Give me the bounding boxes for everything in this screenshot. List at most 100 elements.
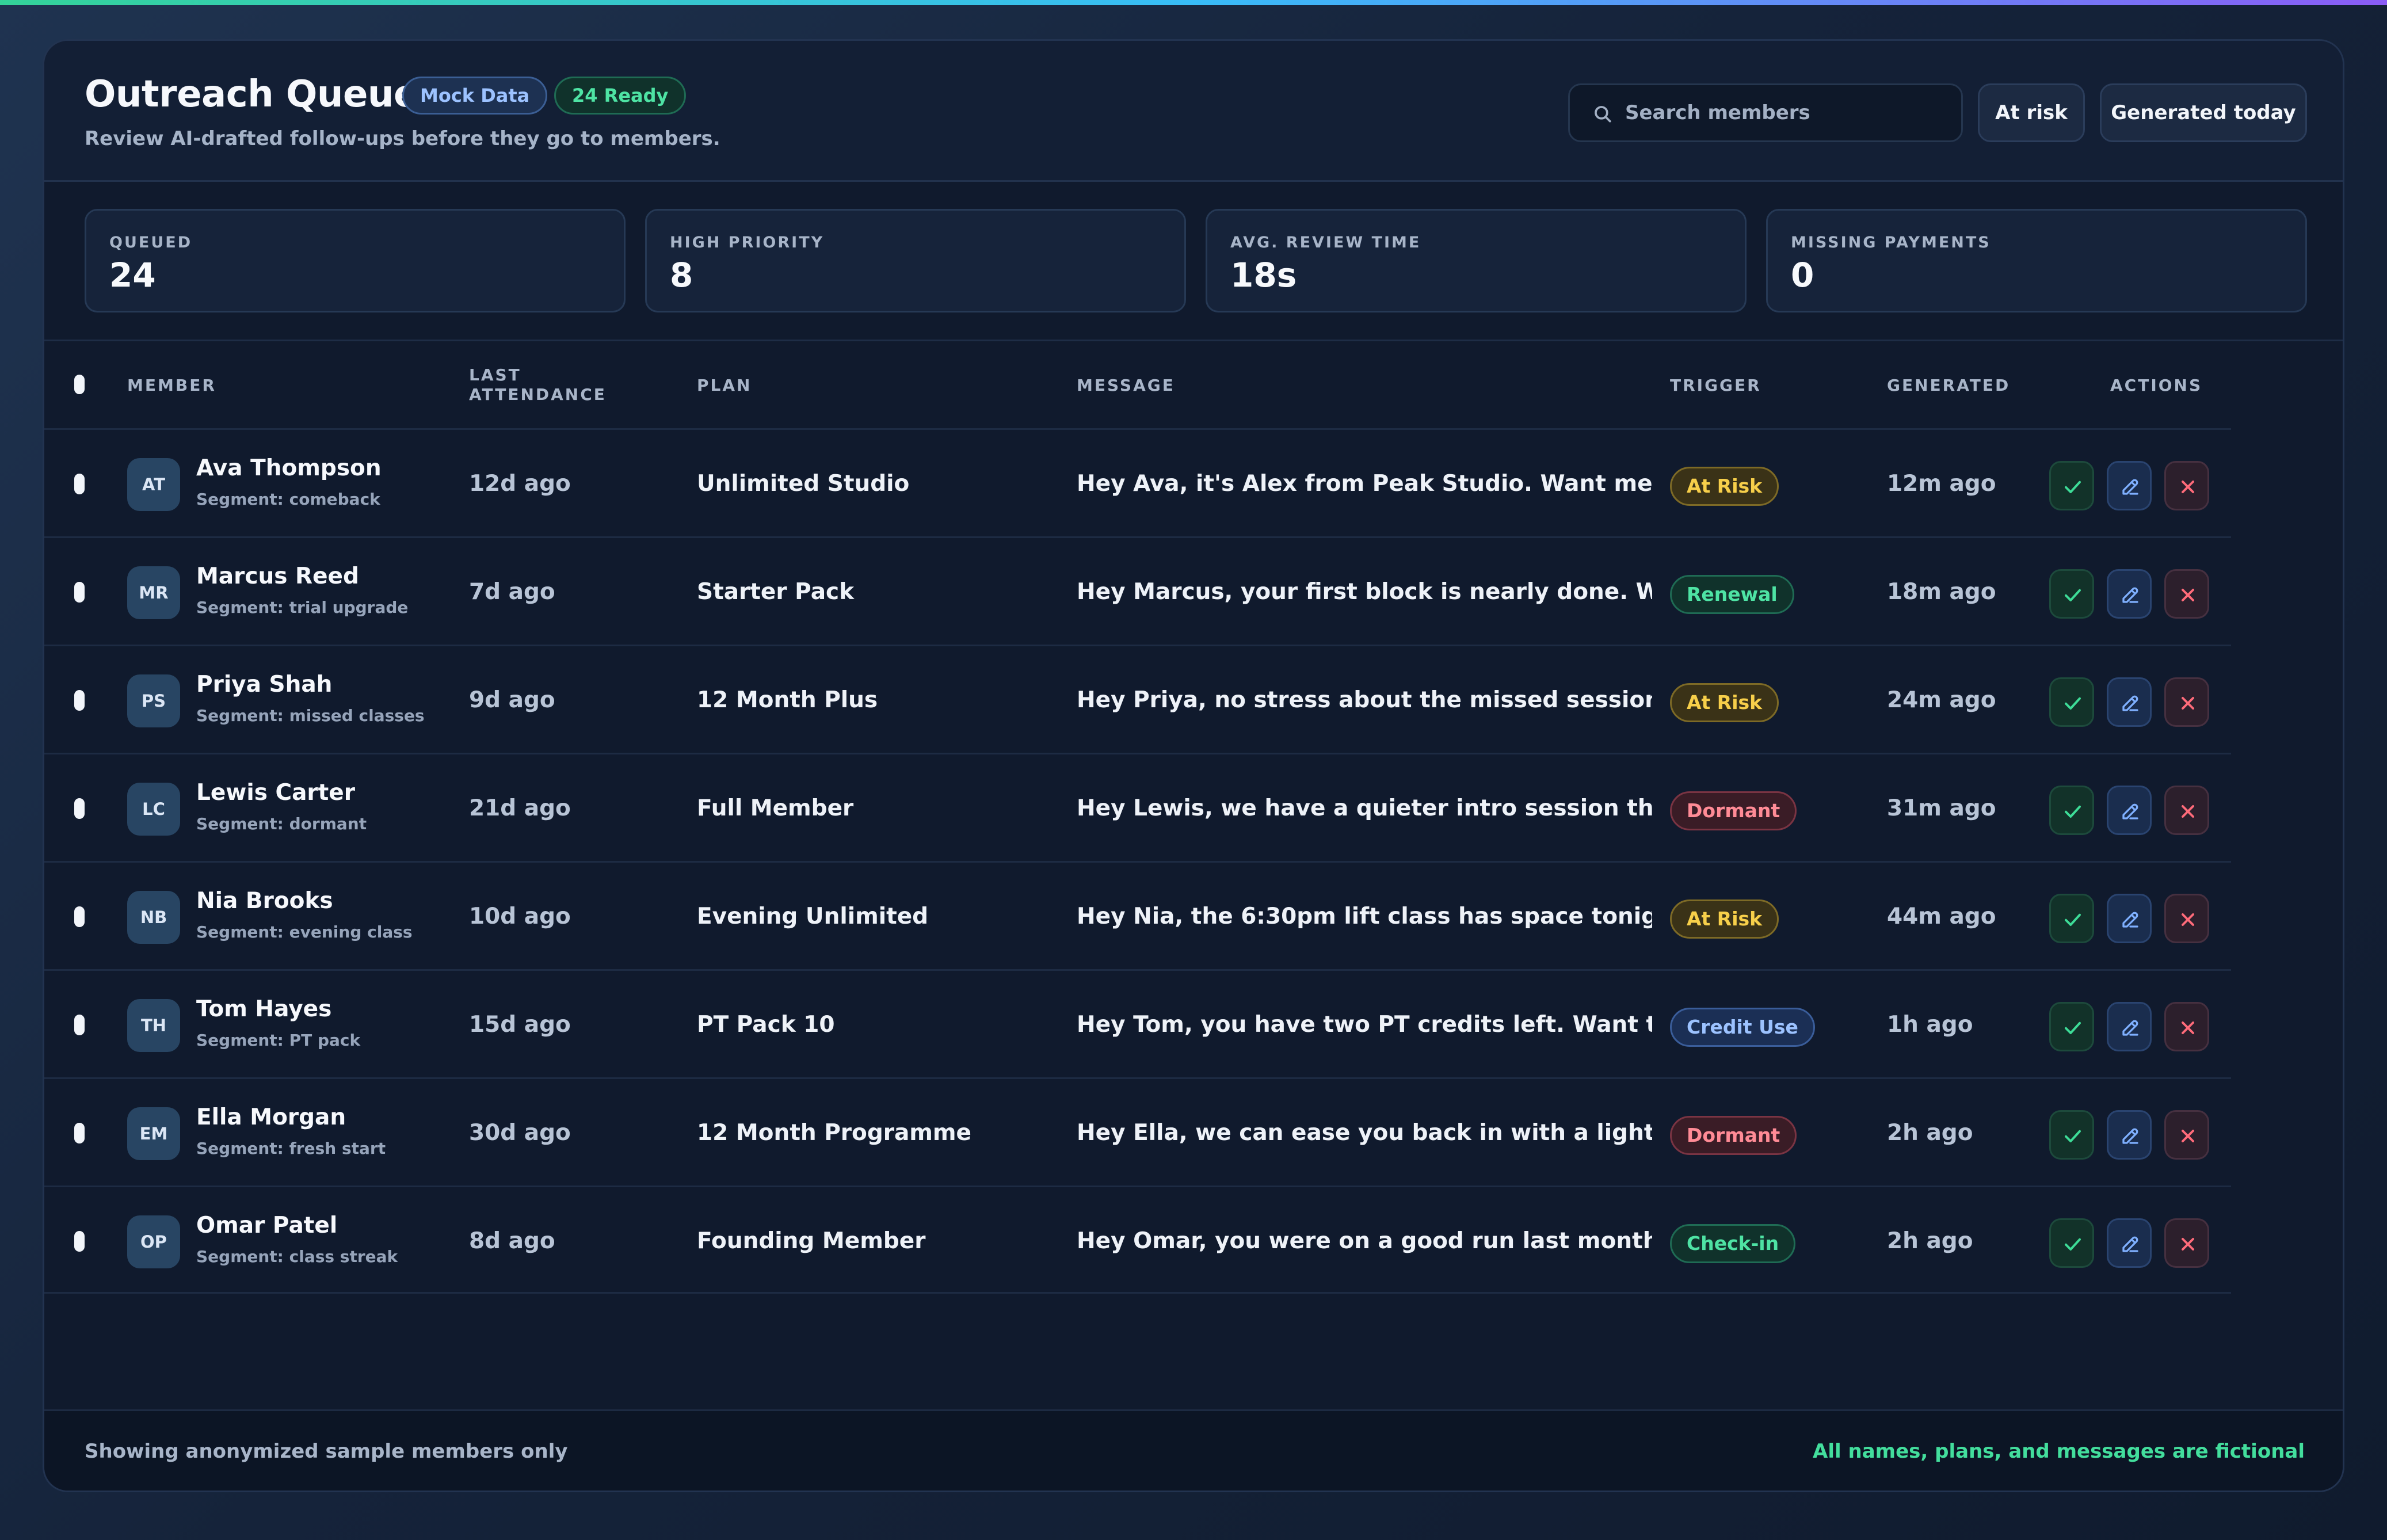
trigger-badge: At Risk: [1670, 467, 1779, 506]
message-preview[interactable]: Hey Ella, we can ease you back in with a…: [1077, 1119, 1652, 1147]
approve-button[interactable]: [2049, 786, 2094, 835]
row-checkbox[interactable]: [74, 474, 85, 494]
reject-button[interactable]: [2164, 569, 2209, 619]
table-row[interactable]: OP Omar Patel Segment: class streak 8d ago F…: [44, 1186, 2231, 1294]
edit-button[interactable]: [2107, 677, 2152, 727]
reject-button[interactable]: [2164, 894, 2209, 943]
column-header-generated[interactable]: GENERATED: [1887, 376, 2010, 395]
column-header-member[interactable]: MEMBER: [127, 376, 216, 395]
approve-button[interactable]: [2049, 894, 2094, 943]
member-name[interactable]: Ava Thompson: [196, 455, 382, 481]
member-name[interactable]: Marcus Reed: [196, 563, 359, 589]
table-row[interactable]: EM Ella Morgan Segment: fresh start 30d ago…: [44, 1077, 2231, 1186]
row-checkbox[interactable]: [74, 906, 85, 927]
message-preview[interactable]: Hey Lewis, we have a quieter intro sessi…: [1077, 795, 1652, 822]
approve-button[interactable]: [2049, 1002, 2094, 1051]
member-name[interactable]: Tom Hayes: [196, 996, 331, 1022]
search-input[interactable]: [1625, 85, 1947, 140]
generated-today-filter-button[interactable]: Generated today: [2100, 83, 2307, 142]
edit-button[interactable]: [2107, 894, 2152, 943]
edit-button[interactable]: [2107, 569, 2152, 619]
trigger-badge: At Risk: [1670, 683, 1779, 722]
check-icon: [2065, 1238, 2081, 1251]
reject-button[interactable]: [2164, 1002, 2209, 1051]
member-segment: Segment: class streak: [196, 1247, 398, 1266]
pencil-icon: [2122, 695, 2138, 711]
reject-button[interactable]: [2164, 1110, 2209, 1160]
row-checkbox[interactable]: [74, 690, 85, 711]
reject-button[interactable]: [2164, 677, 2209, 727]
approve-button[interactable]: [2049, 461, 2094, 510]
member-segment: Segment: evening class: [196, 923, 413, 941]
table-row[interactable]: TH Tom Hayes Segment: PT pack 15d ago PT Pac…: [44, 969, 2231, 1077]
table-row[interactable]: MR Marcus Reed Segment: trial upgrade 7d ag…: [44, 536, 2231, 645]
table-row[interactable]: LC Lewis Carter Segment: dormant 21d ago Ful…: [44, 753, 2231, 861]
at-risk-filter-button[interactable]: At risk: [1978, 83, 2085, 142]
search-box[interactable]: [1568, 83, 1963, 142]
row-checkbox[interactable]: [74, 582, 85, 603]
message-preview[interactable]: Hey Omar, you were on a good run last mo…: [1077, 1228, 1652, 1255]
reject-button[interactable]: [2164, 461, 2209, 510]
avatar: OP: [127, 1215, 180, 1268]
member-name[interactable]: Omar Patel: [196, 1213, 337, 1238]
column-header-plan[interactable]: PLAN: [697, 376, 752, 395]
reject-button[interactable]: [2164, 1218, 2209, 1268]
generated-time: 44m ago: [1887, 904, 1996, 929]
check-icon: [2065, 805, 2081, 818]
column-header-message[interactable]: MESSAGE: [1077, 376, 1175, 395]
edit-button[interactable]: [2107, 1218, 2152, 1268]
member-segment: Segment: dormant: [196, 814, 367, 833]
member-name[interactable]: Nia Brooks: [196, 888, 333, 914]
table-row[interactable]: PS Priya Shah Segment: missed classes 9d ag…: [44, 645, 2231, 753]
stats-divider: [44, 340, 2343, 341]
stat-card: AVG. REVIEW TIME 18s: [1206, 209, 1747, 312]
member-name[interactable]: Ella Morgan: [196, 1104, 346, 1130]
table-row[interactable]: NB Nia Brooks Segment: evening class 10d ag…: [44, 861, 2231, 969]
approve-button[interactable]: [2049, 1218, 2094, 1268]
column-header-last-attendance[interactable]: LAST ATTENDANCE: [469, 365, 642, 405]
member-segment: Segment: trial upgrade: [196, 598, 409, 617]
trigger-badge: Credit Use: [1670, 1008, 1815, 1047]
plan-name: Full Member: [697, 795, 854, 821]
footer-note: Showing anonymized sample members only: [85, 1440, 568, 1463]
edit-button[interactable]: [2107, 1002, 2152, 1051]
select-all-checkbox[interactable]: [74, 375, 85, 394]
message-preview[interactable]: Hey Nia, the 6:30pm lift class has space…: [1077, 903, 1652, 931]
edit-button[interactable]: [2107, 786, 2152, 835]
approve-button[interactable]: [2049, 677, 2094, 727]
row-checkbox[interactable]: [74, 1123, 85, 1143]
pencil-icon: [2122, 1236, 2138, 1252]
member-segment: Segment: missed classes: [196, 706, 425, 725]
pencil-icon: [2122, 1128, 2138, 1144]
message-preview[interactable]: Hey Priya, no stress about the missed se…: [1077, 687, 1652, 714]
last-attendance: 12d ago: [469, 471, 571, 497]
edit-button[interactable]: [2107, 1110, 2152, 1160]
row-checkbox[interactable]: [74, 798, 85, 819]
trigger-badge: Renewal: [1670, 575, 1794, 614]
stat-card: HIGH PRIORITY 8: [645, 209, 1186, 312]
close-icon: [2182, 1021, 2194, 1034]
approve-button[interactable]: [2049, 569, 2094, 619]
edit-button[interactable]: [2107, 461, 2152, 510]
pencil-icon: [2122, 912, 2138, 928]
message-preview[interactable]: Hey Marcus, your first block is nearly d…: [1077, 578, 1652, 606]
ready-count-badge: 24 Ready: [554, 77, 687, 115]
last-attendance: 30d ago: [469, 1120, 571, 1146]
member-name[interactable]: Priya Shah: [196, 672, 332, 697]
member-name[interactable]: Lewis Carter: [196, 780, 355, 806]
close-icon: [2182, 1238, 2194, 1251]
avatar: PS: [127, 674, 180, 727]
column-header-actions: ACTIONS: [2110, 376, 2203, 395]
message-preview[interactable]: Hey Ava, it's Alex from Peak Studio. Wan…: [1077, 470, 1652, 498]
generated-time: 1h ago: [1887, 1012, 1973, 1038]
row-checkbox[interactable]: [74, 1015, 85, 1035]
row-checkbox[interactable]: [74, 1231, 85, 1252]
approve-button[interactable]: [2049, 1110, 2094, 1160]
mock-data-badge: Mock Data: [402, 77, 548, 115]
table-row[interactable]: AT Ava Thompson Segment: comeback 12d ago Un…: [44, 428, 2231, 536]
message-preview[interactable]: Hey Tom, you have two PT credits left. W…: [1077, 1011, 1652, 1039]
pencil-icon: [2122, 803, 2138, 819]
column-header-trigger[interactable]: TRIGGER: [1670, 376, 1761, 395]
reject-button[interactable]: [2164, 786, 2209, 835]
check-icon: [2065, 1130, 2081, 1142]
